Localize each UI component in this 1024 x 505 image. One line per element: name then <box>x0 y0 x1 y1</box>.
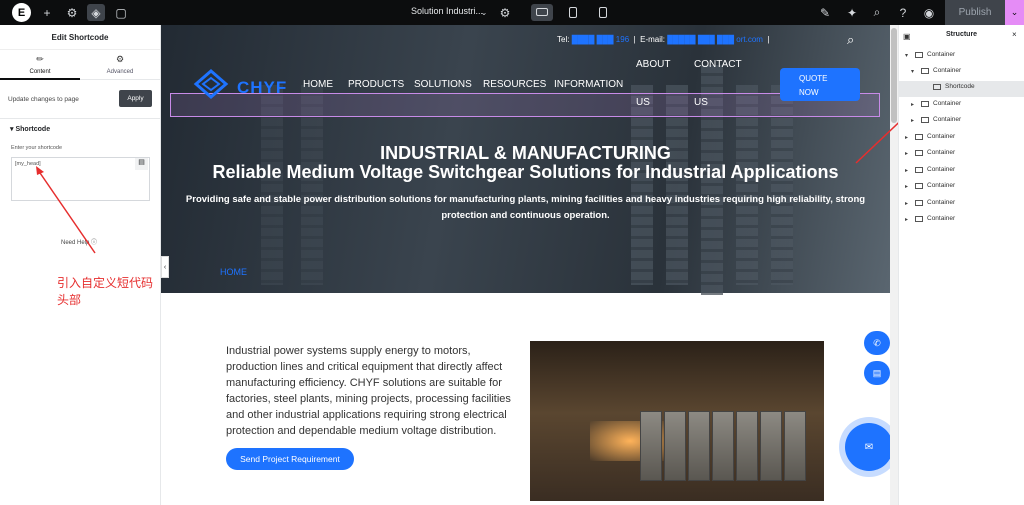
structure-item[interactable]: Shortcode <box>899 81 1024 97</box>
structure-item-label: Container <box>933 116 962 123</box>
structure-item[interactable]: ▸ Container <box>899 114 1024 130</box>
container-icon <box>921 101 929 107</box>
structure-title: Structure <box>945 31 978 38</box>
structure-item[interactable]: ▸ Container <box>899 147 1024 163</box>
structure-item[interactable]: ▸ Container <box>899 213 1024 229</box>
container-icon <box>915 216 923 222</box>
structure-item-label: Container <box>927 133 956 140</box>
container-icon <box>915 183 923 189</box>
expand-arrow-icon[interactable]: ▸ <box>905 216 908 223</box>
expand-arrow-icon[interactable]: ▸ <box>905 134 908 141</box>
structure-item-label: Container <box>933 100 962 107</box>
container-icon <box>915 167 923 173</box>
structure-item-label: Container <box>927 51 956 58</box>
structure-item-label: Container <box>927 199 956 206</box>
container-icon <box>915 200 923 206</box>
structure-item[interactable]: ▸ Container <box>899 131 1024 147</box>
expand-arrow-icon[interactable]: ▸ <box>905 200 908 207</box>
annotation-arrows <box>36 88 934 254</box>
structure-item[interactable]: ▸ Container <box>899 164 1024 180</box>
structure-item-label: Container <box>927 215 956 222</box>
expand-arrow-icon[interactable]: ▸ <box>911 101 914 108</box>
structure-item-label: Container <box>927 182 956 189</box>
structure-item-label: Container <box>927 166 956 173</box>
container-icon <box>915 134 923 140</box>
container-icon <box>921 68 929 74</box>
structure-item[interactable]: ▸ Container <box>899 98 1024 114</box>
structure-item[interactable]: ▾ Container <box>899 49 1024 65</box>
structure-item-label: Shortcode <box>945 83 975 90</box>
expand-arrow-icon[interactable]: ▾ <box>905 52 908 59</box>
shortcode-icon <box>933 84 941 90</box>
container-icon <box>915 150 923 156</box>
container-icon <box>915 52 923 58</box>
close-icon[interactable]: × <box>1012 30 1017 39</box>
expand-arrow-icon[interactable]: ▸ <box>911 117 914 124</box>
structure-item[interactable]: ▸ Container <box>899 197 1024 213</box>
expand-arrow-icon[interactable]: ▸ <box>905 167 908 174</box>
container-icon <box>921 117 929 123</box>
expand-arrow-icon[interactable]: ▾ <box>911 68 914 75</box>
structure-panel: Structure ▣ × ▾ Container ▾ Container Shortc… <box>898 25 1024 505</box>
structure-item-label: Container <box>927 149 956 156</box>
expand-arrow-icon[interactable]: ▸ <box>905 150 908 157</box>
structure-item[interactable]: ▾ Container <box>899 65 1024 81</box>
structure-item-label: Container <box>933 67 962 74</box>
structure-panel-icon: ▣ <box>903 32 911 41</box>
expand-arrow-icon[interactable]: ▸ <box>905 183 908 190</box>
structure-item[interactable]: ▸ Container <box>899 180 1024 196</box>
